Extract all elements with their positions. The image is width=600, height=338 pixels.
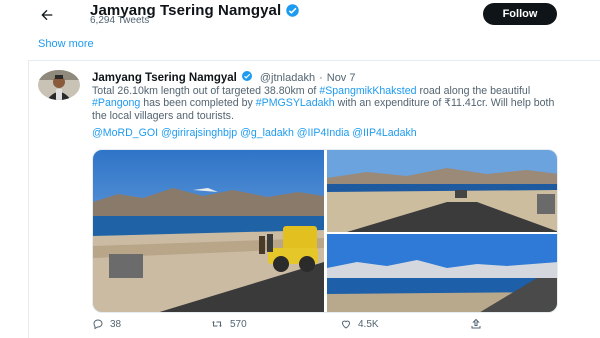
hashtag-link[interactable]: #Pangong: [92, 97, 140, 109]
retweet-button[interactable]: 570: [210, 318, 247, 330]
follow-button[interactable]: Follow: [483, 3, 557, 25]
tweet-author-name[interactable]: Jamyang Tsering Namgyal: [92, 72, 237, 84]
retweet-icon: [212, 321, 222, 327]
share-icon: [471, 318, 481, 329]
back-button[interactable]: [36, 4, 58, 26]
avatar[interactable]: [38, 70, 80, 100]
retweet-count: 570: [230, 318, 247, 330]
back-arrow-icon: [41, 9, 53, 21]
profile-header: Jamyang Tsering Namgyal 6,294 Tweets Fol…: [0, 0, 600, 34]
verified-badge-icon: [241, 70, 256, 85]
tweet-text-part: Total 26.10km length out of targeted 38.…: [92, 85, 320, 97]
show-more-link[interactable]: Show more: [38, 38, 94, 50]
hashtag-link[interactable]: #PMGSYLadakh: [256, 97, 335, 109]
tweet-photo-1[interactable]: [93, 150, 324, 312]
verified-badge-icon: [285, 3, 300, 18]
tweet-text: Total 26.10km length out of targeted 38.…: [92, 85, 572, 122]
reply-icon: [93, 319, 103, 330]
tweet-mentions[interactable]: @MoRD_GOI @girirajsinghbjp @g_ladakh @II…: [92, 127, 417, 139]
share-button[interactable]: [470, 318, 482, 330]
tweet-text-part: road along the beautiful: [416, 85, 531, 97]
like-count: 4.5K: [358, 318, 379, 330]
separator-dot: ·: [319, 71, 323, 84]
tweet-count: 6,294 Tweets: [90, 15, 150, 26]
tweet-author-handle[interactable]: @jtnladakh: [260, 72, 315, 84]
tweet-photo-2[interactable]: [327, 150, 557, 232]
tweet-actions: 38 570 4.5K: [92, 318, 600, 334]
tweet-date[interactable]: Nov 7: [327, 72, 356, 84]
heart-icon: [341, 320, 351, 329]
tweet-photo-3[interactable]: [327, 234, 557, 312]
divider: [28, 60, 29, 338]
divider: [28, 60, 600, 61]
reply-count: 38: [110, 318, 122, 330]
tweet-header: Jamyang Tsering Namgyal @jtnladakh · Nov…: [92, 70, 356, 85]
tweet-text-part: has been completed by: [140, 97, 256, 110]
reply-button[interactable]: 38: [92, 318, 121, 330]
like-button[interactable]: 4.5K: [340, 318, 379, 330]
tweet-media-grid: [92, 149, 558, 313]
hashtag-link[interactable]: #SpangmikKhaksted: [319, 85, 416, 97]
